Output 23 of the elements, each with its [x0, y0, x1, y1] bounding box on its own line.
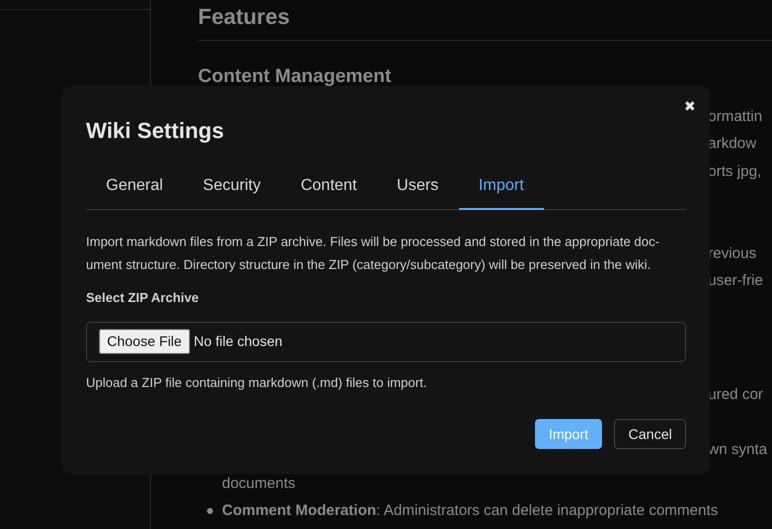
- choose-file-button[interactable]: Choose File: [99, 329, 190, 354]
- tab[interactable]: Import: [458, 170, 544, 210]
- body-text: documents: [222, 475, 296, 493]
- cancel-button[interactable]: Cancel: [614, 419, 686, 449]
- page-heading: Features: [198, 4, 772, 41]
- text-fragment: ormattin: [708, 108, 762, 126]
- tab[interactable]: General: [86, 170, 183, 210]
- section-heading: Content Management: [198, 65, 392, 89]
- tab[interactable]: Users: [376, 170, 459, 210]
- text-fragment: user-frie: [708, 272, 764, 290]
- close-button[interactable]: ✖: [684, 99, 696, 113]
- tab[interactable]: Security: [182, 170, 281, 210]
- tab[interactable]: Content: [280, 170, 377, 210]
- field-label: Select ZIP Archive: [86, 289, 200, 307]
- text-fragment: arkdow: [708, 135, 756, 153]
- bullet-icon: [207, 508, 213, 514]
- dialog-title: Wiki Settings: [86, 117, 225, 145]
- description-text: Import markdown files from a ZIP archive. Files will be processed and stored in the appropriate doc-: [86, 233, 660, 251]
- file-status: No file chosen: [194, 332, 282, 351]
- description-text: ument structure. Directory structure in the ZIP (category/subcategory) will be preserved in the wiki.: [86, 256, 652, 274]
- file-field[interactable]: Choose File No file chosen: [86, 322, 686, 362]
- help-text: Upload a ZIP file containing markdown (.md) files to import.: [86, 374, 428, 392]
- list-item: Comment Moderation: Administrators can delete inappropriate comments: [222, 502, 718, 520]
